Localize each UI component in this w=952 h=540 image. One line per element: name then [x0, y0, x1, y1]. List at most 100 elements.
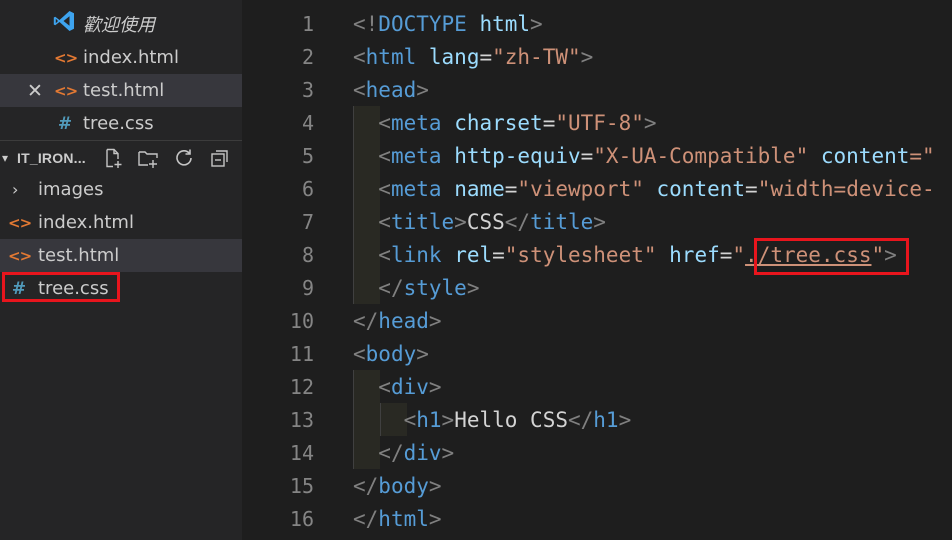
code-token: html — [479, 12, 531, 36]
new-folder-icon[interactable] — [137, 147, 161, 169]
tree-item-images-folder[interactable]: › images — [0, 173, 242, 206]
line-number: 2 — [301, 45, 314, 69]
code-token: > — [884, 243, 897, 267]
code-token: style — [403, 276, 467, 300]
open-editor-index-html[interactable]: <> index.html — [0, 41, 242, 74]
code-token: = — [719, 243, 733, 267]
code-line[interactable]: <title>CSS</title> — [353, 206, 606, 239]
close-icon[interactable]: ✕ — [25, 80, 45, 102]
code-token: </ — [353, 309, 379, 333]
line-number: 13 — [289, 408, 314, 432]
line-number: 11 — [289, 342, 314, 366]
code-token: > — [428, 309, 442, 333]
workspace-title: IT_IRON... — [17, 150, 86, 166]
code-line[interactable]: <div> — [353, 371, 442, 404]
code-token: > — [441, 408, 455, 432]
workspace-section-header[interactable]: ▾ IT_IRON... — [0, 140, 242, 175]
code-line[interactable]: <meta charset="UTF-8"> — [353, 107, 656, 140]
refresh-icon[interactable] — [173, 147, 197, 169]
tree-item-tree-css[interactable]: # tree.css — [0, 272, 242, 305]
code-token: < — [403, 408, 417, 432]
code-token: body — [365, 342, 417, 366]
code-token: = — [542, 111, 556, 135]
code-token: CSS — [466, 210, 505, 234]
code-token: href — [669, 243, 720, 267]
code-line[interactable]: <!DOCTYPE html> — [353, 8, 543, 41]
new-file-icon[interactable] — [102, 147, 126, 169]
tree-item-test-html[interactable]: <> test.html — [0, 239, 242, 272]
tree-item-index-html[interactable]: <> index.html — [0, 206, 242, 239]
code-token: = — [492, 243, 505, 267]
open-editor-test-html[interactable]: ✕ <> test.html — [0, 74, 242, 107]
code-token: name — [454, 177, 505, 201]
tree-item-label: tree.css — [38, 278, 109, 299]
code-token: < — [353, 342, 366, 366]
line-number: 3 — [301, 78, 314, 102]
code-token: " — [871, 243, 885, 267]
code-token: h1 — [416, 408, 442, 432]
line-number: 1 — [301, 12, 314, 36]
line-number: 16 — [289, 507, 314, 531]
code-token: > — [428, 375, 442, 399]
code-token: </ — [353, 507, 379, 531]
code-token: head — [365, 78, 417, 102]
css-file-icon: # — [11, 278, 27, 299]
code-line[interactable]: </head> — [353, 305, 442, 338]
code-line[interactable]: <meta http-equiv="X-UA-Compatible" conte… — [353, 140, 935, 173]
open-editor-label: 歡迎使用 — [83, 14, 155, 36]
tree-item-label: test.html — [38, 245, 120, 266]
code-token: > — [593, 210, 606, 234]
code-token: > — [618, 408, 632, 432]
collapse-all-icon[interactable] — [209, 147, 233, 169]
css-file-icon: # — [57, 113, 73, 134]
code-token: < — [378, 111, 391, 135]
code-token: "UTF-8" — [555, 111, 644, 135]
html-file-icon: <> — [8, 213, 32, 232]
code-line[interactable]: </style> — [353, 272, 479, 305]
line-number: 8 — [301, 243, 314, 267]
code-token: title — [530, 210, 594, 234]
code-token: content — [656, 177, 746, 201]
code-line[interactable]: <meta name="viewport" content="width=dev… — [353, 173, 934, 206]
code-token: > — [466, 276, 480, 300]
code-line[interactable]: </div> — [353, 437, 454, 470]
chevron-down-icon[interactable]: ▾ — [2, 151, 8, 165]
code-token: = — [580, 144, 594, 168]
code-token: > — [454, 210, 467, 234]
open-editor-welcome[interactable]: 歡迎使用 — [0, 7, 242, 40]
code-token: rel — [454, 243, 493, 267]
code-token: </ — [378, 441, 404, 465]
code-line[interactable]: <link rel="stylesheet" href="./tree.css"… — [353, 239, 897, 272]
code-token: =" — [909, 144, 935, 168]
line-number: 12 — [289, 375, 314, 399]
code-line[interactable]: </body> — [353, 470, 442, 503]
code-token: </ — [378, 276, 404, 300]
open-editor-label: tree.css — [83, 113, 154, 134]
code-line[interactable]: <html lang="zh-TW"> — [353, 41, 593, 74]
code-line[interactable]: </html> — [353, 503, 442, 536]
code-token: < — [378, 243, 391, 267]
code-token: < — [353, 78, 366, 102]
code-token: Hello CSS — [454, 408, 568, 432]
code-token: < — [378, 144, 391, 168]
code-editor[interactable]: 1 2 3 4 5 6 7 8 9 10 11 12 13 14 15 16 <!DOCTYPE html> <… — [242, 0, 952, 540]
html-file-icon: <> — [54, 81, 78, 100]
code-token: = — [745, 177, 758, 201]
open-editor-label: test.html — [83, 80, 165, 101]
code-line[interactable]: <h1>Hello CSS</h1> — [353, 404, 632, 437]
code-token: h1 — [593, 408, 619, 432]
code-line[interactable]: <body> — [353, 338, 429, 371]
code-line[interactable]: <head> — [353, 74, 429, 107]
code-token: div — [390, 375, 429, 399]
code-token: charset — [454, 111, 543, 135]
open-editor-tree-css[interactable]: # tree.css — [0, 107, 242, 140]
